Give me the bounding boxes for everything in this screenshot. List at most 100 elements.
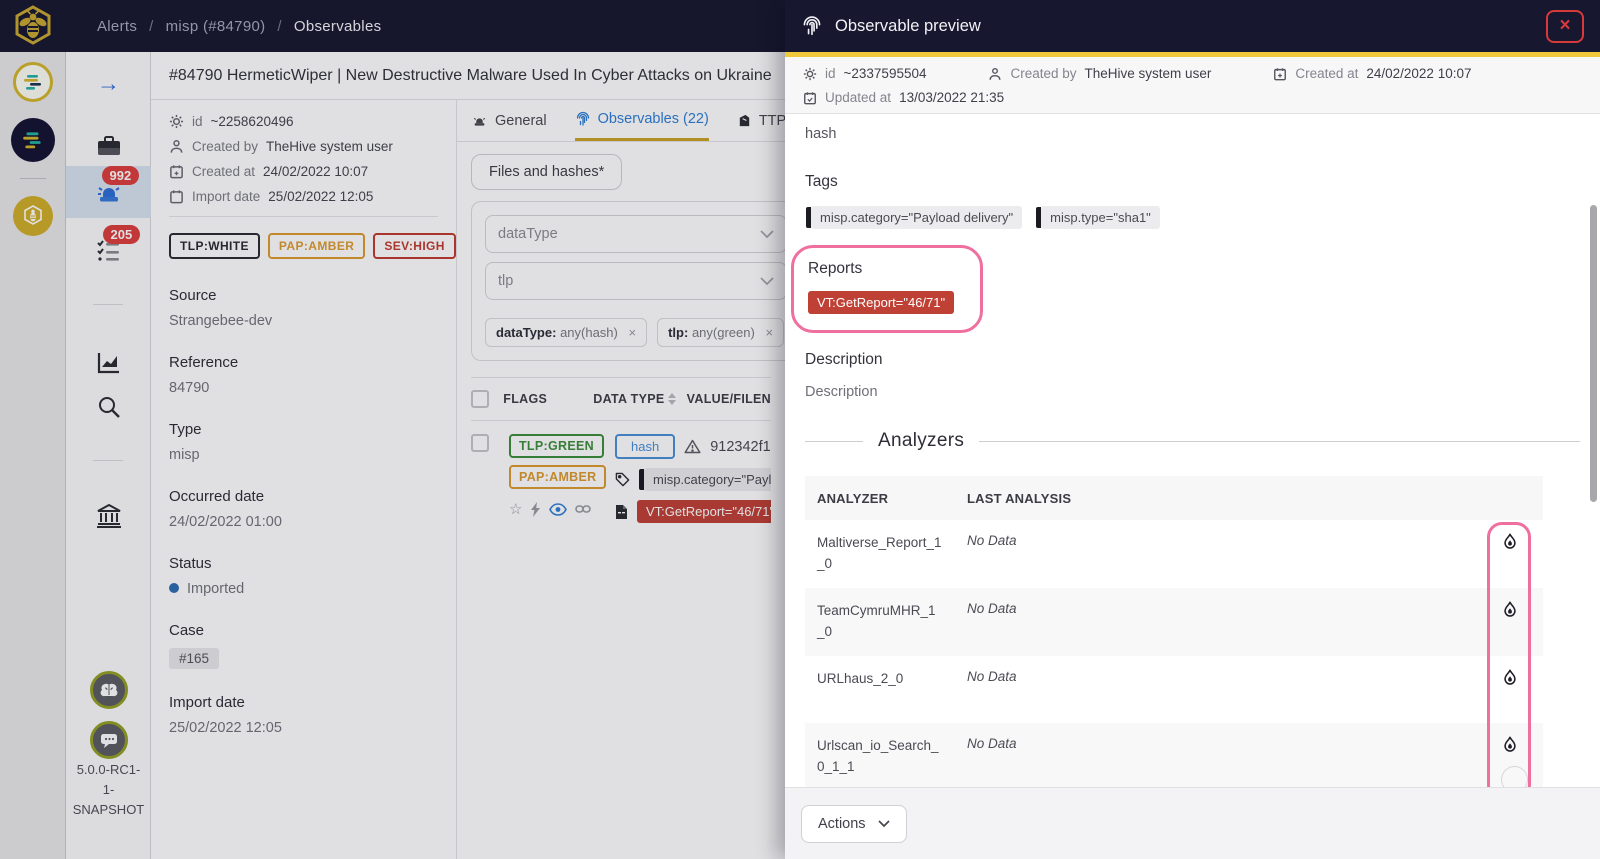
observable-value[interactable]: 912342f1c — [710, 439, 771, 455]
sidebar-item-dashboards[interactable] — [66, 348, 151, 378]
alerts-count-badge: 992 — [101, 166, 140, 185]
tlp-select[interactable]: tlp — [485, 262, 785, 300]
preview-metadata-bar: id ~2337595504 Created by TheHive system… — [785, 57, 1600, 114]
tab-observables-label: Observables (22) — [597, 111, 709, 127]
created-by-row: Created by TheHive system user — [988, 66, 1211, 81]
chevron-down-icon — [760, 229, 774, 239]
datatype-column-header[interactable]: DATA TYPE — [593, 392, 686, 406]
id-value: ~2258620496 — [210, 114, 294, 129]
ttps-icon — [737, 113, 752, 128]
tab-observables[interactable]: Observables (22) — [574, 100, 709, 141]
thehive-org-bee-avatar[interactable] — [12, 196, 53, 236]
remove-filter-icon[interactable]: × — [765, 325, 773, 340]
actions-button[interactable]: Actions — [801, 804, 907, 843]
calendar-icon — [169, 189, 184, 204]
sidebar-item-alerts[interactable]: 992 — [66, 166, 151, 218]
import-date-value: 25/02/2022 12:05 — [268, 189, 374, 204]
close-button[interactable]: × — [1546, 9, 1584, 43]
filter-card: dataType tlp dataType: any(hash) × tlp: … — [471, 201, 785, 361]
status-dot-icon — [169, 583, 179, 593]
thehive-bee-logo-icon[interactable] — [10, 3, 56, 49]
import-date-row: Import date 25/02/2022 12:05 — [169, 189, 438, 204]
close-icon: × — [1559, 15, 1571, 36]
sidebar-item-tasks[interactable]: 205 — [66, 225, 151, 272]
brain-icon — [99, 682, 119, 698]
tasks-count-badge: 205 — [102, 225, 141, 244]
organization-avatar[interactable] — [12, 62, 53, 102]
created-at-row: Created at 24/02/2022 10:07 — [1273, 66, 1471, 81]
fingerprint-icon — [801, 15, 823, 37]
select-all-checkbox[interactable] — [471, 390, 489, 408]
observable-id-row: id ~2337595504 — [803, 66, 926, 81]
run-analyzer-flame-icon[interactable] — [1501, 533, 1519, 552]
preview-title: Observable preview — [835, 16, 981, 35]
misp-type-tag: misp.type="sha1" — [1036, 206, 1160, 229]
star-icon[interactable]: ☆ — [509, 500, 522, 518]
alert-tabs: General Observables (22) TTPs ( — [457, 100, 785, 142]
flags-column-header[interactable]: FLAGS — [503, 392, 593, 406]
run-analyzer-flame-icon[interactable] — [1501, 601, 1519, 620]
cortex-brain-avatar[interactable] — [66, 670, 151, 710]
arrow-right-icon: → — [97, 69, 120, 96]
bolt-icon[interactable] — [530, 501, 541, 517]
source-value: Strangebee-dev — [169, 313, 273, 329]
reference-section: Reference 84790 — [169, 354, 438, 396]
breadcrumb-separator: / — [277, 17, 282, 35]
id-value: ~2337595504 — [843, 66, 927, 81]
created-by-label: Created by — [192, 139, 259, 154]
datatype-select[interactable]: dataType — [485, 215, 785, 253]
tag-icon — [615, 472, 630, 487]
case-label: Case — [169, 622, 205, 639]
siren-icon — [471, 113, 488, 128]
severity-high-badge: SEV:HIGH — [373, 233, 456, 259]
divider — [169, 216, 438, 217]
breadcrumb: Alerts / misp (#84790) / Observables — [97, 18, 381, 35]
value-column-header[interactable]: VALUE/FILEN — [687, 392, 771, 406]
id-label: id — [825, 66, 836, 81]
eye-icon[interactable] — [549, 502, 568, 516]
sidebar-item-organization[interactable] — [66, 500, 151, 532]
run-analyzer-flame-icon[interactable] — [1501, 669, 1519, 688]
sidebar-item-cases[interactable] — [66, 132, 151, 162]
datatype-filter-chip: dataType: any(hash) × — [485, 318, 648, 347]
created-at-value: 24/02/2022 10:07 — [263, 164, 369, 179]
analyzer-row: TeamCymruMHR_1_0 No Data — [805, 587, 1543, 656]
hash-datatype-chip[interactable]: hash — [615, 434, 676, 459]
warning-triangle-icon — [684, 439, 701, 454]
row-checkbox[interactable] — [471, 434, 489, 452]
run-analyzer-flame-icon[interactable] — [1501, 736, 1519, 755]
observables-table-header: FLAGS DATA TYPE VALUE/FILEN — [471, 377, 771, 421]
case-number-chip[interactable]: #165 — [169, 648, 220, 669]
tab-general[interactable]: General — [471, 100, 547, 141]
alert-details-column: id ~2258620496 Created by TheHive system… — [151, 100, 457, 859]
vt-report-chip: VT:GetReport="46/71" — [808, 291, 955, 314]
status-value: Imported — [187, 581, 245, 597]
reference-link[interactable]: 84790 — [169, 380, 438, 396]
organization-avatar-dark[interactable] — [10, 118, 55, 162]
preview-body: hash Tags misp.category="Payload deliver… — [785, 114, 1600, 839]
breadcrumb-alerts[interactable]: Alerts — [97, 18, 137, 35]
pap-amber-badge: PAP:AMBER — [267, 233, 366, 259]
sidebar-item-search[interactable] — [66, 392, 151, 422]
breadcrumb-misp-alert[interactable]: misp (#84790) — [166, 18, 266, 35]
preview-footer: Actions — [785, 787, 1600, 859]
misp-chat-avatar[interactable] — [66, 720, 151, 760]
tab-ttps[interactable]: TTPs ( — [737, 100, 785, 141]
tlp-white-badge: TLP:WHITE — [169, 233, 260, 259]
scrollbar-thumb[interactable] — [1590, 205, 1597, 502]
chat-bubble-icon — [99, 732, 119, 749]
vt-report-chip: VT:GetReport="46/71" — [637, 500, 771, 523]
import-date-label: Import date — [169, 694, 245, 711]
reports-heading: Reports — [808, 260, 863, 277]
files-and-hashes-filter-button[interactable]: Files and hashes* — [471, 154, 623, 190]
observable-row[interactable]: TLP:GREEN PAP:AMBER ☆ hash 912342f1 misp… — [471, 421, 771, 532]
divider-line — [979, 440, 1580, 442]
analyzer-row: URLhaus_2_0 No Data — [805, 656, 1543, 723]
calendar-plus-icon — [1273, 67, 1287, 81]
tags-list: misp.category="Payload delivery" misp.ty… — [805, 206, 1580, 229]
link-icon[interactable] — [575, 504, 592, 514]
calendar-check-icon — [803, 91, 817, 105]
expand-sidebar-button[interactable]: → — [66, 68, 151, 98]
remove-filter-icon[interactable]: × — [629, 325, 637, 340]
chip-field-name: dataType: — [496, 325, 557, 340]
